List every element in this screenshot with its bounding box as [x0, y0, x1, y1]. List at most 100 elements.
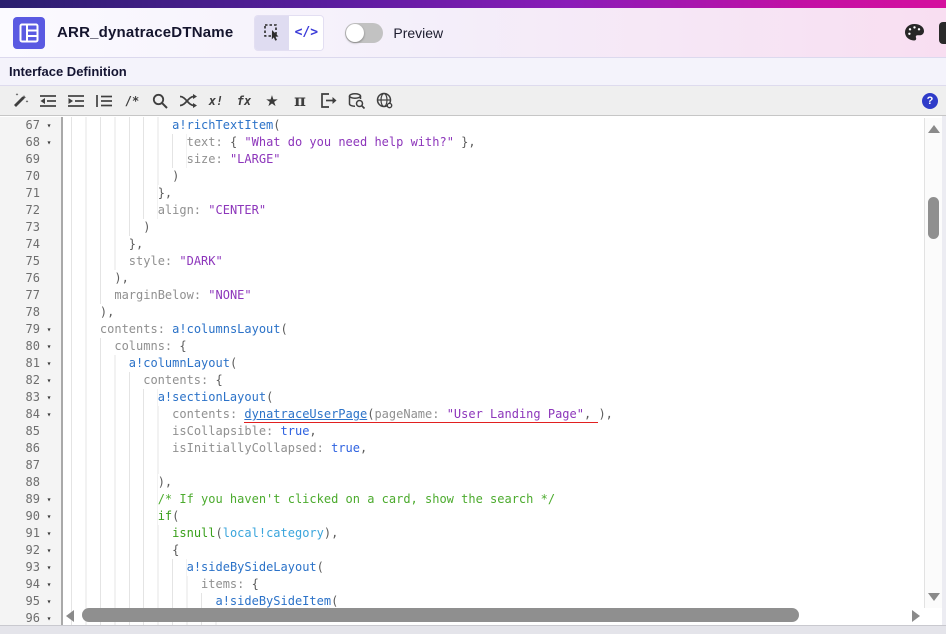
search-icon[interactable] [146, 88, 174, 114]
edit-mode-segmented-control: </> [255, 16, 323, 50]
code-line[interactable]: 69size: "LARGE" [0, 151, 922, 168]
code-line[interactable]: 79▾contents: a!columnsLayout( [0, 321, 922, 338]
code-line[interactable]: 94▾items: { [0, 576, 922, 593]
fold-arrow-icon[interactable]: ▾ [40, 406, 58, 423]
line-number: 73 [0, 219, 40, 236]
code-token: style: [129, 253, 180, 270]
code-line[interactable]: 81▾a!columnLayout( [0, 355, 922, 372]
comment-icon[interactable]: /* [118, 88, 146, 114]
code-line[interactable]: 67▾a!richTextItem( [0, 117, 922, 134]
fold-arrow-icon[interactable]: ▾ [40, 593, 58, 610]
fold-spacer [40, 185, 58, 202]
design-mode-button[interactable] [255, 16, 289, 50]
fold-arrow-icon[interactable]: ▾ [40, 491, 58, 508]
outdent-icon[interactable] [34, 88, 62, 114]
indent-guides [71, 253, 129, 270]
export-icon[interactable] [314, 88, 342, 114]
line-number: 68 [0, 134, 40, 151]
indent-icon[interactable] [62, 88, 90, 114]
code-token: { [179, 338, 186, 355]
preview-toggle[interactable] [345, 23, 383, 43]
indent-guides [71, 542, 172, 559]
code-line[interactable]: 88), [0, 474, 922, 491]
vertical-scroll-thumb[interactable] [928, 197, 939, 239]
code-line[interactable]: 80▾columns: { [0, 338, 922, 355]
code-line[interactable]: 71}, [0, 185, 922, 202]
expression-mode-button[interactable]: </> [289, 16, 323, 50]
code-line[interactable]: 86isInitiallyCollapsed: true, [0, 440, 922, 457]
scroll-right-arrow[interactable] [912, 610, 920, 622]
code-line[interactable]: 77marginBelow: "NONE" [0, 287, 922, 304]
shuffle-icon[interactable] [174, 88, 202, 114]
fold-arrow-icon[interactable]: ▾ [40, 559, 58, 576]
clipped-panel-icon[interactable] [939, 22, 946, 44]
interface-object-icon [13, 17, 45, 49]
fold-arrow-icon[interactable]: ▾ [40, 338, 58, 355]
code-token: contents: [172, 406, 244, 423]
code-token: { [215, 372, 222, 389]
scroll-down-arrow[interactable] [928, 593, 940, 601]
code-token: ( [281, 321, 288, 338]
code-line[interactable]: 92▾{ [0, 542, 922, 559]
code-line[interactable]: 90▾if( [0, 508, 922, 525]
code-line[interactable]: 70) [0, 168, 922, 185]
fold-arrow-icon[interactable]: ▾ [40, 542, 58, 559]
code-line[interactable]: 87 [0, 457, 922, 474]
gutter-cell: 84▾ [0, 406, 63, 423]
code-line[interactable]: 82▾contents: { [0, 372, 922, 389]
fold-arrow-icon[interactable]: ▾ [40, 117, 58, 134]
fold-arrow-icon[interactable]: ▾ [40, 389, 58, 406]
code-token: }, [454, 134, 476, 151]
code-line[interactable]: 91▾isnull(local!category), [0, 525, 922, 542]
code-line[interactable]: 68▾text: { "What do you need help with?"… [0, 134, 922, 151]
fold-arrow-icon[interactable]: ▾ [40, 372, 58, 389]
code-line[interactable]: 84▾contents: dynatraceUserPage(pageName:… [0, 406, 922, 423]
web-api-icon[interactable] [370, 88, 398, 114]
code-line[interactable]: 74}, [0, 236, 922, 253]
code-line[interactable]: 83▾a!sectionLayout( [0, 389, 922, 406]
gutter-cell: 91▾ [0, 525, 63, 542]
editor-toolbar: /* x! fx ★ π ? [0, 86, 946, 116]
code-token: , [360, 440, 367, 457]
function-icon[interactable]: fx [230, 88, 258, 114]
code-editor[interactable]: 67▾a!richTextItem(68▾text: { "What do yo… [0, 116, 946, 625]
code-line[interactable]: 93▾a!sideBySideLayout( [0, 559, 922, 576]
rule-link[interactable]: dynatraceUserPage [244, 406, 367, 423]
code-token: { [230, 134, 244, 151]
format-wand-icon[interactable] [6, 88, 34, 114]
code-line[interactable]: 78), [0, 304, 922, 321]
code-line[interactable]: 72align: "CENTER" [0, 202, 922, 219]
code-line[interactable]: 75style: "DARK" [0, 253, 922, 270]
code-line[interactable]: 89▾/* If you haven't clicked on a card, … [0, 491, 922, 508]
expression-icon[interactable]: x! [202, 88, 230, 114]
gutter-cell: 85 [0, 423, 63, 440]
help-icon[interactable]: ? [922, 93, 938, 109]
query-rule-icon[interactable] [342, 88, 370, 114]
fold-arrow-icon[interactable]: ▾ [40, 610, 58, 625]
gutter-cell: 79▾ [0, 321, 63, 338]
fold-arrow-icon[interactable]: ▾ [40, 355, 58, 372]
fold-arrow-icon[interactable]: ▾ [40, 134, 58, 151]
pi-icon[interactable]: π [286, 88, 314, 114]
line-number: 95 [0, 593, 40, 610]
favorite-icon[interactable]: ★ [258, 88, 286, 114]
fold-spacer [40, 202, 58, 219]
scroll-up-arrow[interactable] [928, 125, 940, 133]
code-line[interactable]: 73) [0, 219, 922, 236]
fold-arrow-icon[interactable]: ▾ [40, 576, 58, 593]
align-list-icon[interactable] [90, 88, 118, 114]
theme-palette-icon[interactable] [904, 23, 925, 42]
indent-guides [71, 117, 172, 134]
code-token: "User Landing Page" [447, 406, 584, 423]
code-line[interactable]: 76), [0, 270, 922, 287]
code-line[interactable]: 85isCollapsible: true, [0, 423, 922, 440]
fold-arrow-icon[interactable]: ▾ [40, 321, 58, 338]
scroll-left-arrow[interactable] [66, 610, 74, 622]
gutter-cell: 72 [0, 202, 63, 219]
horizontal-scrollbar[interactable] [66, 608, 920, 623]
fold-arrow-icon[interactable]: ▾ [40, 508, 58, 525]
vertical-scrollbar[interactable] [924, 118, 942, 608]
line-number: 69 [0, 151, 40, 168]
horizontal-scroll-thumb[interactable] [82, 608, 799, 622]
fold-arrow-icon[interactable]: ▾ [40, 525, 58, 542]
